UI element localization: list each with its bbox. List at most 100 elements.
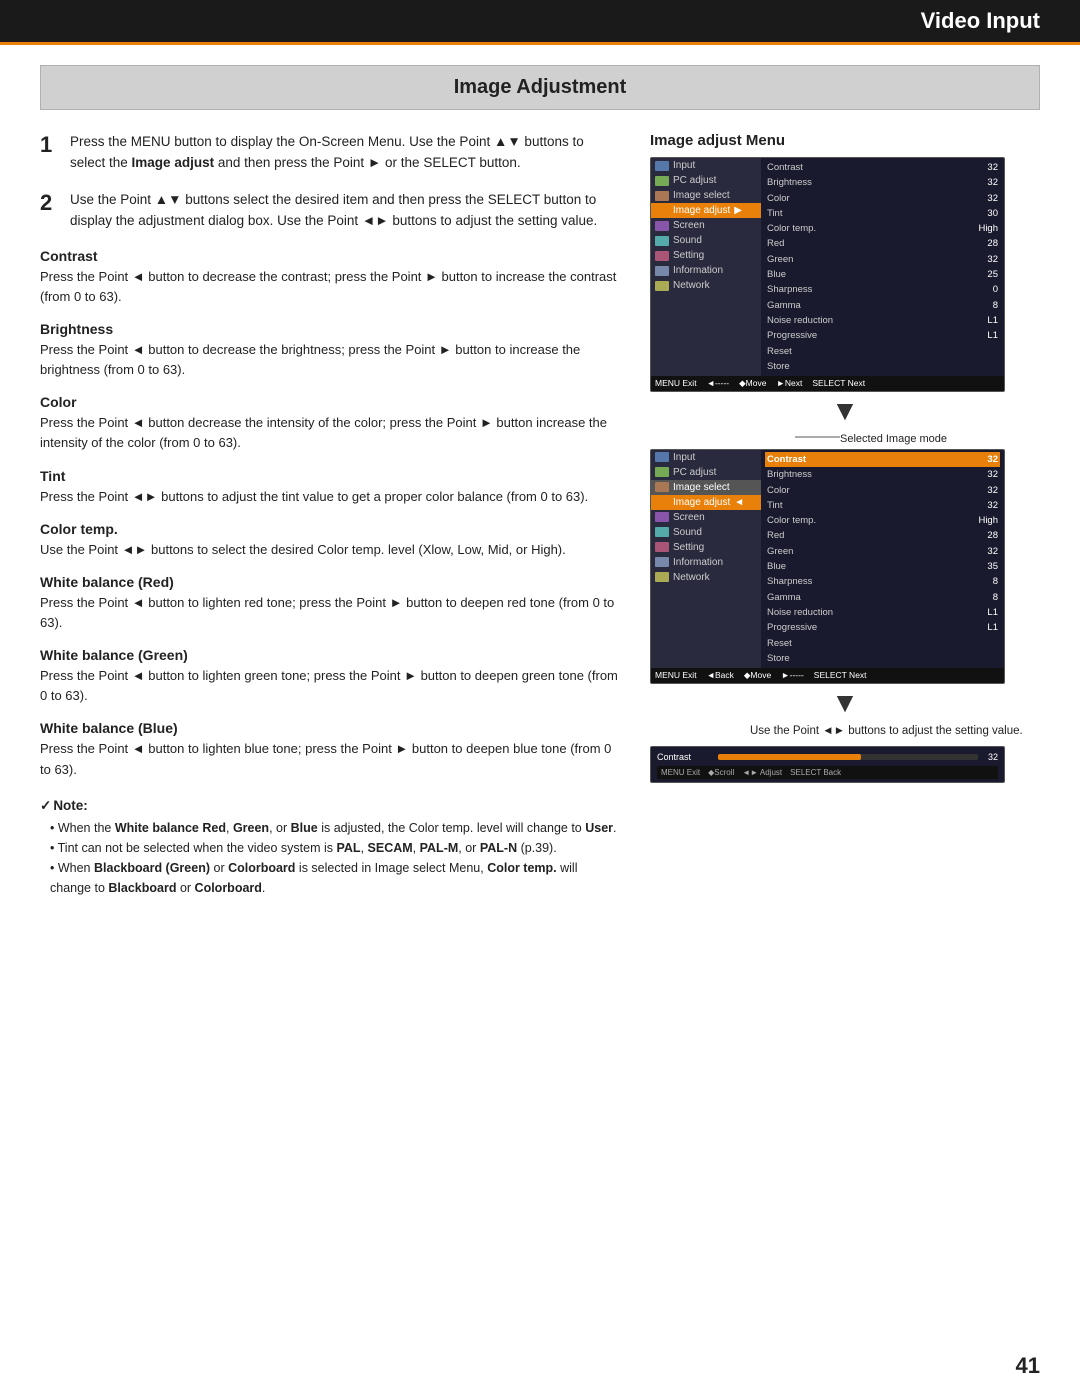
menu-item-info-2: Information <box>651 555 761 570</box>
subsection-white-green-title: White balance (Green) <box>40 647 620 663</box>
slider-row: Contrast 32 <box>657 750 998 764</box>
slider-status-scroll: ◆Scroll <box>708 768 734 777</box>
row-green-1: Green32 <box>765 252 1000 267</box>
setting-label-2: Setting <box>673 542 704 553</box>
row-green-2: Green32 <box>765 544 1000 559</box>
subsection-brightness-body: Press the Point ◄ button to decrease the… <box>40 340 620 380</box>
row-store-2: Store <box>765 651 1000 666</box>
screen-icon <box>655 221 669 231</box>
imgsel-icon-2 <box>655 482 669 492</box>
two-col-layout: 1 Press the MENU button to display the O… <box>40 132 1040 898</box>
menu-item-imgsel-2: Image select <box>651 480 761 495</box>
row-noise-2: Noise reductionL1 <box>765 605 1000 620</box>
screen-icon-2 <box>655 512 669 522</box>
menu-left-1: Input PC adjust Image select Image adjus… <box>651 158 761 376</box>
row-tint-1: Tint30 <box>765 206 1000 221</box>
row-red-2: Red28 <box>765 528 1000 543</box>
row-brightness-1: Brightness32 <box>765 175 1000 190</box>
note-section: Note: When the White balance Red, Green,… <box>40 798 620 898</box>
sound-icon <box>655 236 669 246</box>
row-reset-1: Reset <box>765 344 1000 359</box>
menu-statusbar-1: MENU Exit ◄----- ◆Move ►Next SELECT Next <box>651 376 1004 391</box>
note-list: When the White balance Red, Green, or Bl… <box>40 818 620 898</box>
annotation-text: Selected Image mode <box>840 433 947 445</box>
status-move-2: ◆Move <box>744 670 771 681</box>
arrow-down-1: ▼ <box>650 396 1040 427</box>
row-colortemp-1: Color temp.High <box>765 221 1000 236</box>
row-store-1: Store <box>765 359 1000 374</box>
step-1-text: Press the MENU button to display the On-… <box>70 132 620 174</box>
menu-item-imgsel-label: Image select <box>673 190 730 201</box>
slider-statusbar: MENU Exit ◆Scroll ◄► Adjust SELECT Back <box>657 766 998 779</box>
subsection-white-blue-body: Press the Point ◄ button to lighten blue… <box>40 739 620 779</box>
status-nav-1: ◄----- <box>707 378 730 389</box>
row-reset-2: Reset <box>765 636 1000 651</box>
menu-item-sound-label: Sound <box>673 235 702 246</box>
row-color-1: Color32 <box>765 191 1000 206</box>
menu-item-network-label-1: Network <box>673 280 710 291</box>
setting-icon <box>655 251 669 261</box>
arrow-down-2: ▼ <box>650 688 1040 719</box>
info-label-2: Information <box>673 557 723 568</box>
imgadj-label-2: Image adjust <box>673 497 730 508</box>
subsection-white-red-body: Press the Point ◄ button to lighten red … <box>40 593 620 633</box>
menu-item-screen-label: Screen <box>673 220 705 231</box>
menu-item-input: Input <box>651 158 761 173</box>
page-header: Video Input <box>0 0 1080 45</box>
row-prog-1: ProgressiveL1 <box>765 328 1000 343</box>
subsection-white-blue-title: White balance (Blue) <box>40 720 620 736</box>
annotation-wrapper: Selected Image mode <box>650 429 1040 445</box>
subsection-tint: Tint Press the Point ◄► buttons to adjus… <box>40 468 620 507</box>
menu-item-sound-2: Sound <box>651 525 761 540</box>
step-1: 1 Press the MENU button to display the O… <box>40 132 620 174</box>
menu-item-setting-label: Setting <box>673 250 704 261</box>
row-contrast-1: Contrast32 <box>765 160 1000 175</box>
left-col: 1 Press the MENU button to display the O… <box>40 132 620 898</box>
image-adjust-menu-title: Image adjust Menu <box>650 132 1040 149</box>
status-exit-1: MENU Exit <box>655 378 697 389</box>
status-select-1: SELECT Next <box>812 378 865 389</box>
subsection-contrast-body: Press the Point ◄ button to decrease the… <box>40 267 620 307</box>
menu-item-pc-label: PC adjust <box>673 175 716 186</box>
status-back-2: ◄Back <box>707 670 734 681</box>
subsection-contrast-title: Contrast <box>40 248 620 264</box>
subsection-color-title: Color <box>40 394 620 410</box>
slider-status-adjust: ◄► Adjust <box>742 768 782 777</box>
menu-item-setting: Setting <box>651 248 761 263</box>
step-2-text: Use the Point ▲▼ buttons select the desi… <box>70 190 620 232</box>
menu-item-network-2: Network <box>651 570 761 585</box>
subsection-brightness-title: Brightness <box>40 321 620 337</box>
screen-label-2: Screen <box>673 512 705 523</box>
row-contrast-2: Contrast32 <box>765 452 1000 467</box>
row-sharpness-2: Sharpness8 <box>765 574 1000 589</box>
status-next-1: ►Next <box>776 378 802 389</box>
row-gamma-1: Gamma8 <box>765 298 1000 313</box>
menu-item-input-2: Input <box>651 450 761 465</box>
slider-box: Contrast 32 MENU Exit ◆Scroll ◄► Adjust … <box>650 746 1005 783</box>
subsection-white-red: White balance (Red) Press the Point ◄ bu… <box>40 574 620 633</box>
subsection-white-red-title: White balance (Red) <box>40 574 620 590</box>
slider-bar-fill <box>718 754 861 760</box>
setting-icon-2 <box>655 542 669 552</box>
subsection-color-temp: Color temp. Use the Point ◄► buttons to … <box>40 521 620 560</box>
network-icon-2 <box>655 572 669 582</box>
imgsel-label-2: Image select <box>673 482 730 493</box>
imgadj-icon <box>655 206 669 216</box>
menu-statusbar-2: MENU Exit ◄Back ◆Move ►----- SELECT Next <box>651 668 1004 683</box>
imgadj-icon-2 <box>655 497 669 507</box>
menu-item-pc-2: PC adjust <box>651 465 761 480</box>
row-tint-2: Tint32 <box>765 498 1000 513</box>
status-next-2: ►----- <box>781 670 804 681</box>
note-item-1: When the White balance Red, Green, or Bl… <box>50 818 620 838</box>
menu-item-pc: PC adjust <box>651 173 761 188</box>
pc-label-2: PC adjust <box>673 467 716 478</box>
note-title: Note: <box>40 798 620 814</box>
menu-item-screen: Screen <box>651 218 761 233</box>
subsection-white-green-body: Press the Point ◄ button to lighten gree… <box>40 666 620 706</box>
subsection-tint-title: Tint <box>40 468 620 484</box>
subsection-color-temp-body: Use the Point ◄► buttons to select the d… <box>40 540 620 560</box>
imgsel-icon <box>655 191 669 201</box>
section-title: Image Adjustment <box>40 65 1040 110</box>
menu-screenshot-2: Input PC adjust Image select Image adjus… <box>650 449 1005 684</box>
slider-status-back: SELECT Back <box>790 768 841 777</box>
